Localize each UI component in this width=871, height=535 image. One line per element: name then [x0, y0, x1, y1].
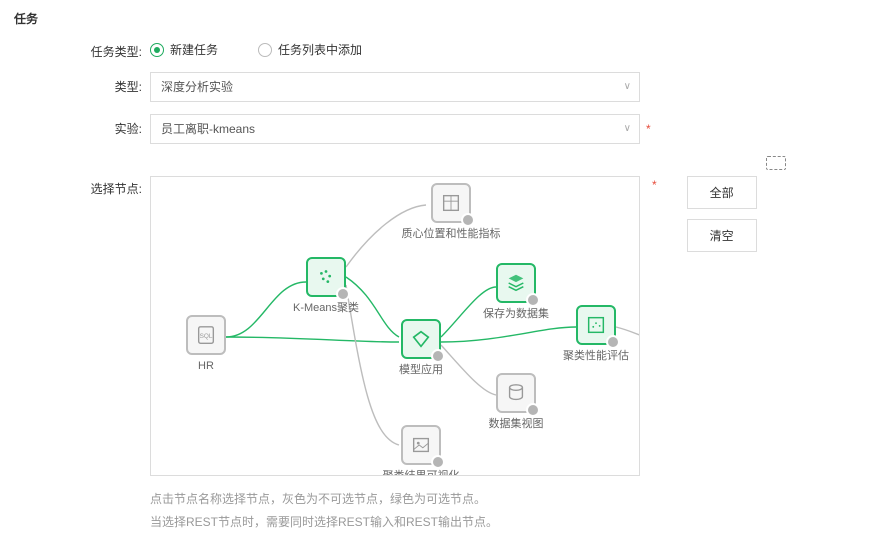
clear-button[interactable]: 清空 [687, 219, 757, 252]
status-badge-icon [431, 455, 445, 469]
database-icon [505, 382, 527, 404]
node-save-dataset[interactable]: 保存为数据集 [471, 263, 561, 321]
node-canvas[interactable]: SQL HR K-Means聚类 [150, 176, 640, 476]
radio-new-label: 新建任务 [170, 41, 218, 58]
status-badge-icon [431, 349, 445, 363]
section-title: 任务 [0, 0, 871, 37]
radio-icon [258, 43, 272, 57]
table-icon [440, 192, 462, 214]
experiment-select[interactable]: 员工离职-kmeans ∨ [150, 114, 640, 144]
cluster-icon [315, 266, 337, 288]
chevron-down-icon: ∨ [624, 115, 631, 143]
status-badge-icon [526, 293, 540, 307]
sql-icon: SQL [195, 324, 217, 346]
node-label: 数据集视图 [471, 417, 561, 431]
status-badge-icon [461, 213, 475, 227]
radio-icon [150, 43, 164, 57]
node-model-apply[interactable]: 模型应用 [376, 319, 466, 377]
node-label: 保存为数据集 [471, 307, 561, 321]
node-label: K-Means聚类 [281, 301, 371, 315]
radio-new-task[interactable]: 新建任务 [150, 41, 218, 58]
node-cluster-vis[interactable]: 聚类结果可视化 [376, 425, 466, 476]
stack-icon [505, 272, 527, 294]
svg-text:SQL: SQL [200, 333, 213, 340]
chart-icon [585, 314, 607, 336]
node-label: 多视图 [627, 361, 640, 375]
radio-append-task[interactable]: 任务列表中添加 [258, 41, 362, 58]
image-icon [410, 434, 432, 456]
status-badge-icon [336, 287, 350, 301]
node-label: 模型应用 [376, 363, 466, 377]
hint-line-1: 点击节点名称选择节点，灰色为不可选节点，绿色为可选节点。 [150, 488, 857, 511]
node-dataset-view[interactable]: 数据集视图 [471, 373, 561, 431]
type-select[interactable]: 深度分析实验 ∨ [150, 72, 640, 102]
type-value: 深度分析实验 [161, 80, 233, 94]
diamond-icon [410, 328, 432, 350]
experiment-value: 员工离职-kmeans [161, 122, 255, 136]
node-label: 质心位置和性能指标 [391, 227, 511, 241]
chevron-down-icon: ∨ [624, 73, 631, 101]
node-kmeans[interactable]: K-Means聚类 [281, 257, 371, 315]
task-type-label: 任务类型: [14, 37, 150, 60]
node-centroid[interactable]: 质心位置和性能指标 [391, 183, 511, 241]
status-badge-icon [606, 335, 620, 349]
select-all-button[interactable]: 全部 [687, 176, 757, 209]
experiment-label: 实验: [14, 114, 150, 137]
required-mark: * [652, 176, 657, 192]
hint-text: 点击节点名称选择节点，灰色为不可选节点，绿色为可选节点。 当选择REST节点时，… [150, 488, 857, 534]
type-label: 类型: [14, 72, 150, 95]
node-hr[interactable]: SQL HR [161, 315, 251, 373]
status-badge-icon [526, 403, 540, 417]
select-nodes-label: 选择节点: [14, 176, 150, 197]
node-label: 聚类结果可视化 [376, 469, 466, 476]
node-multi-view[interactable]: 多视图 [627, 321, 640, 375]
hint-line-2: 当选择REST节点时，需要同时选择REST输入和REST输出节点。 [150, 511, 857, 534]
radio-append-label: 任务列表中添加 [278, 41, 362, 58]
fullscreen-icon[interactable] [766, 156, 786, 170]
node-label: HR [161, 359, 251, 373]
required-mark: * [646, 114, 651, 136]
